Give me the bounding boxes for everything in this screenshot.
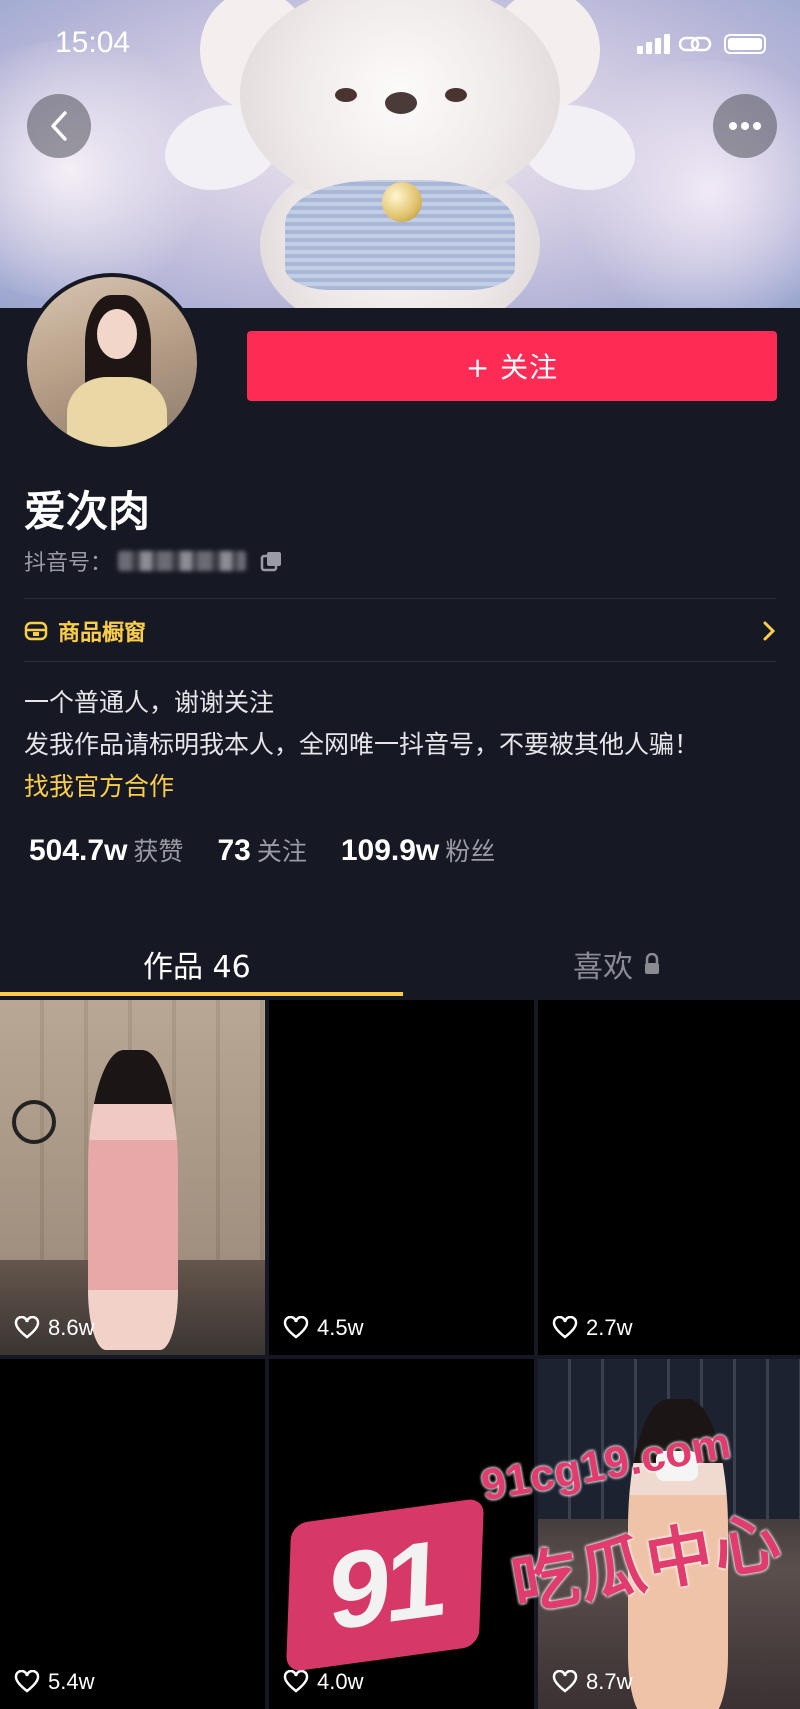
bio: 一个普通人，谢谢关注 发我作品请标明我本人，全网唯一抖音号，不要被其他人骗！ 找… — [24, 682, 699, 808]
shop-window-row[interactable]: 商品橱窗 — [24, 614, 780, 648]
more-button[interactable] — [713, 94, 777, 158]
likes-count: 504.7w — [29, 834, 128, 867]
divider — [24, 661, 776, 662]
heart-icon — [283, 1670, 309, 1693]
bio-line: 一个普通人，谢谢关注 — [24, 688, 275, 717]
bell-ornament — [382, 182, 422, 222]
video-likes: 8.7w — [552, 1669, 632, 1695]
bio-line: 发我作品请标明我本人，全网唯一抖音号，不要被其他人骗！ — [24, 730, 700, 759]
status-time: 15:04 — [55, 26, 131, 59]
video-likes-count: 4.5w — [317, 1315, 364, 1340]
follow-button[interactable]: + 关注 — [247, 331, 777, 401]
status-bar: 15:04 — [0, 0, 800, 90]
video-likes-count: 2.7w — [586, 1315, 633, 1340]
avatar[interactable] — [23, 273, 201, 451]
chevron-left-icon — [51, 111, 67, 141]
video-likes: 2.7w — [552, 1315, 632, 1341]
video-likes: 4.5w — [283, 1315, 363, 1341]
tab-works[interactable]: 作品 46 — [143, 930, 251, 998]
douyin-id-row: 抖音号： — [24, 545, 284, 577]
stats-row: 504.7w 获赞 73 关注 109.9w 粉丝 — [29, 832, 529, 868]
tab-likes[interactable]: 喜欢 — [573, 930, 661, 998]
official-cooperation-link[interactable]: 找我官方合作 — [24, 766, 699, 808]
video-likes-count: 5.4w — [48, 1669, 95, 1694]
copy-icon[interactable] — [260, 550, 284, 572]
video-likes: 5.4w — [14, 1669, 94, 1695]
heart-icon — [283, 1316, 309, 1339]
divider — [24, 598, 776, 599]
douyin-id-label: 抖音号： — [24, 551, 113, 576]
video-thumbnail[interactable]: 8.7w — [538, 1359, 800, 1709]
back-button[interactable] — [27, 94, 91, 158]
following-count[interactable]: 73 — [217, 834, 250, 868]
video-grid: 8.6w 4.5w 2.7w 5.4w 4.0w 8.7w — [0, 1000, 800, 1709]
chevron-right-icon — [763, 621, 776, 641]
video-thumbnail[interactable]: 2.7w — [538, 1000, 800, 1355]
heart-icon — [14, 1670, 40, 1693]
video-thumbnail[interactable]: 4.0w — [269, 1359, 534, 1709]
heart-icon — [552, 1670, 578, 1693]
video-thumbnail[interactable]: 4.5w — [269, 1000, 534, 1355]
douyin-id-blurred — [118, 551, 247, 571]
shop-window-label: 商品橱窗 — [58, 621, 147, 646]
link-icon — [678, 36, 712, 52]
video-thumbnail[interactable]: 5.4w — [0, 1359, 265, 1709]
video-thumbnail[interactable]: 8.6w — [0, 1000, 265, 1355]
tab-indicator — [0, 992, 403, 996]
shop-icon — [24, 621, 48, 641]
battery-icon — [724, 34, 766, 54]
video-likes: 8.6w — [14, 1315, 94, 1341]
video-likes: 4.0w — [283, 1669, 363, 1695]
video-likes-count: 8.7w — [586, 1669, 633, 1694]
ring-light — [12, 1100, 56, 1144]
followers-count[interactable]: 109.9w — [341, 834, 439, 868]
video-likes-count: 8.6w — [48, 1315, 95, 1340]
lock-icon — [645, 953, 659, 974]
signal-icon — [637, 34, 673, 54]
content-tabs: 作品 46 喜欢 — [0, 930, 800, 998]
heart-icon — [552, 1316, 578, 1339]
more-dots-icon — [729, 122, 761, 130]
likes-label: 获赞 — [133, 837, 184, 866]
followers-label[interactable]: 粉丝 — [445, 832, 495, 868]
heart-icon — [14, 1316, 40, 1339]
video-likes-count: 4.0w — [317, 1669, 364, 1694]
tab-likes-label: 喜欢 — [573, 950, 633, 985]
profile-name: 爱次肉 — [24, 487, 151, 536]
following-label[interactable]: 关注 — [257, 832, 307, 868]
